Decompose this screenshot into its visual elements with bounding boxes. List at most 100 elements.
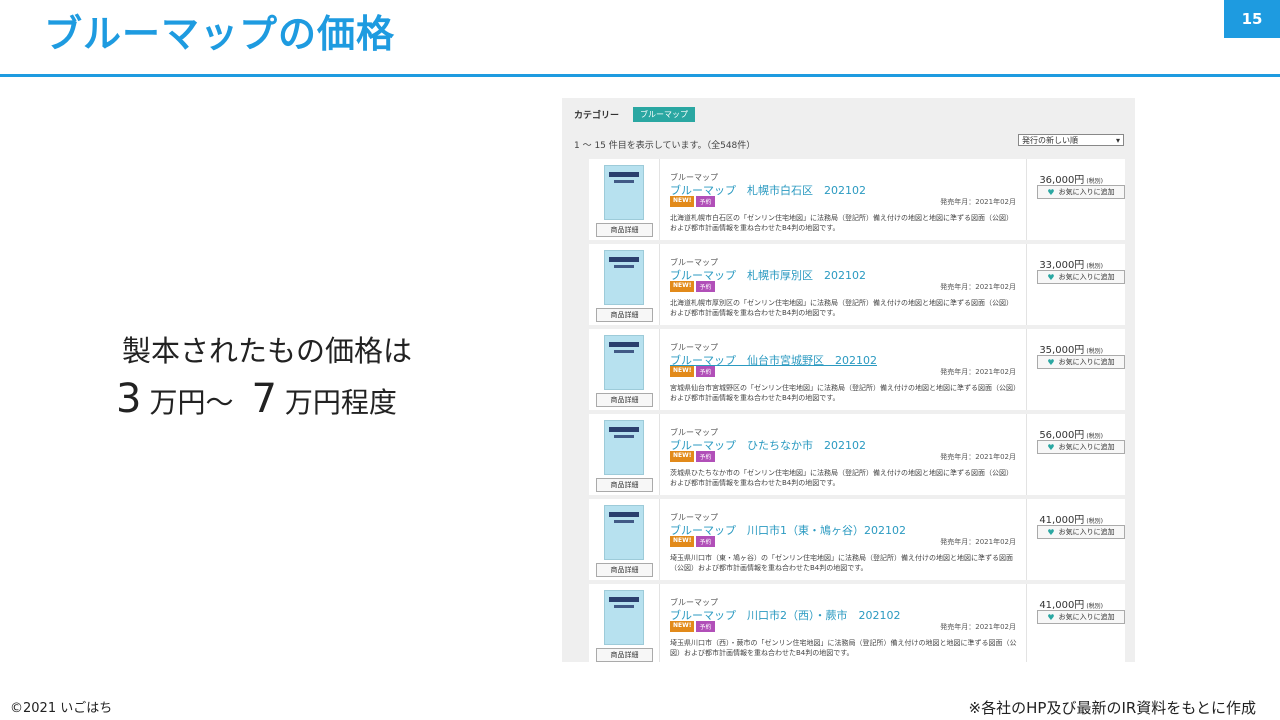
list-item: 商品詳細 ブルーマップ ブルーマップ 札幌市白石区 202102 NEW! 予約 発売年月… — [589, 159, 1125, 240]
release-date: 発売年月：2021年02月 — [940, 283, 1016, 291]
thumbnail-subtitle-mark — [614, 435, 634, 438]
heart-icon: ♥ — [1047, 357, 1055, 367]
badge-group: NEW! 予約 — [670, 621, 715, 632]
thumbnail-subtitle-mark — [614, 180, 634, 183]
product-description: 茨城県ひたちなか市の「ゼンリン住宅地図」に法務局（登記所）備え付けの地図と地図に… — [670, 469, 1013, 487]
tax-note: (税別) — [1086, 348, 1103, 355]
price-column: 33,000円 (税別) ♥ お気に入りに追加 — [1027, 244, 1125, 325]
add-favorite-label: お気に入りに追加 — [1058, 613, 1115, 621]
add-favorite-button[interactable]: ♥ お気に入りに追加 — [1037, 185, 1125, 199]
product-price: 35,000円 (税別) — [1039, 341, 1103, 356]
add-favorite-button[interactable]: ♥ お気に入りに追加 — [1037, 610, 1125, 624]
info-column: ブルーマップ ブルーマップ 川口市1（東・鳩ヶ谷）202102 NEW! 予約 発売年月… — [660, 499, 1027, 580]
price-column: 41,000円 (税別) ♥ お気に入りに追加 — [1027, 499, 1125, 580]
new-badge: NEW! — [670, 536, 695, 547]
detail-button[interactable]: 商品詳細 — [596, 478, 653, 492]
product-thumbnail[interactable] — [604, 420, 644, 475]
product-list-screenshot: カテゴリー ブルーマップ 1 ～ 15 件目を表示しています。（全548件） 発… — [562, 98, 1135, 662]
release-date: 発売年月：2021年02月 — [940, 453, 1016, 461]
thumbnail-column: 商品詳細 — [589, 244, 660, 325]
product-thumbnail[interactable] — [604, 505, 644, 560]
detail-button[interactable]: 商品詳細 — [596, 393, 653, 407]
add-favorite-label: お気に入りに追加 — [1058, 273, 1115, 281]
add-favorite-button[interactable]: ♥ お気に入りに追加 — [1037, 270, 1125, 284]
detail-button[interactable]: 商品詳細 — [596, 308, 653, 322]
copyright: ©2021 いごはち — [10, 701, 113, 716]
new-badge: NEW! — [670, 621, 695, 632]
price-column: 56,000円 (税別) ♥ お気に入りに追加 — [1027, 414, 1125, 495]
price-min-unit: 万円～ — [149, 386, 234, 419]
product-price: 33,000円 (税別) — [1039, 256, 1103, 271]
source-note: ※各社のHP及び最新のIR資料をもとに作成 — [968, 699, 1256, 717]
bluemap-logo — [609, 427, 639, 432]
product-description: 北海道札幌市厚別区の「ゼンリン住宅地図」に法務局（登記所）備え付けの地図と地図に… — [670, 299, 1013, 317]
category-row: カテゴリー ブルーマップ — [574, 107, 696, 122]
preorder-badge: 予約 — [696, 536, 715, 547]
badge-group: NEW! 予約 — [670, 451, 715, 462]
release-date: 発売年月：2021年02月 — [940, 538, 1016, 546]
product-description: 埼玉県川口市（西）・蕨市の「ゼンリン住宅地図」に法務局（登記所）備え付けの地図と… — [670, 639, 1017, 657]
result-count: 1 ～ 15 件目を表示しています。（全548件） — [574, 141, 756, 151]
thumbnail-subtitle-mark — [614, 350, 634, 353]
info-column: ブルーマップ ブルーマップ 札幌市厚別区 202102 NEW! 予約 発売年月：202… — [660, 244, 1027, 325]
release-date: 発売年月：2021年02月 — [940, 368, 1016, 376]
category-tag[interactable]: ブルーマップ — [633, 107, 696, 122]
thumbnail-column: 商品詳細 — [589, 414, 660, 495]
price-column: 36,000円 (税別) ♥ お気に入りに追加 — [1027, 159, 1125, 240]
list-item: 商品詳細 ブルーマップ ブルーマップ 札幌市厚別区 202102 NEW! 予約 発売年月… — [589, 244, 1125, 325]
product-price: 56,000円 (税別) — [1039, 426, 1103, 441]
preorder-badge: 予約 — [696, 281, 715, 292]
tax-note: (税別) — [1086, 518, 1103, 525]
product-thumbnail[interactable] — [604, 335, 644, 390]
new-badge: NEW! — [670, 281, 695, 292]
product-thumbnail[interactable] — [604, 590, 644, 645]
heart-icon: ♥ — [1047, 272, 1055, 282]
add-favorite-button[interactable]: ♥ お気に入りに追加 — [1037, 440, 1125, 454]
page-number: 15 — [1224, 0, 1280, 38]
title-underline — [0, 74, 1280, 77]
product-thumbnail[interactable] — [604, 165, 644, 220]
add-favorite-label: お気に入りに追加 — [1058, 528, 1115, 536]
badge-group: NEW! 予約 — [670, 281, 715, 292]
thumbnail-column: 商品詳細 — [589, 159, 660, 240]
price-column: 41,000円 (税別) ♥ お気に入りに追加 — [1027, 584, 1125, 662]
detail-button[interactable]: 商品詳細 — [596, 223, 653, 237]
badge-group: NEW! 予約 — [670, 196, 715, 207]
tax-note: (税別) — [1086, 178, 1103, 185]
list-item: 商品詳細 ブルーマップ ブルーマップ 川口市1（東・鳩ヶ谷）202102 NEW! 予約… — [589, 499, 1125, 580]
info-column: ブルーマップ ブルーマップ 川口市2（西）・蕨市 202102 NEW! 予約 発売年月… — [660, 584, 1027, 662]
price-max-number: 7 — [251, 376, 277, 422]
preorder-badge: 予約 — [696, 451, 715, 462]
tax-note: (税別) — [1086, 603, 1103, 610]
body-text-line1: 製本されたもの価格は — [122, 334, 413, 368]
product-description: 北海道札幌市白石区の「ゼンリン住宅地図」に法務局（登記所）備え付けの地図と地図に… — [670, 214, 1013, 232]
chevron-down-icon: ▾ — [1115, 135, 1120, 145]
list-item: 商品詳細 ブルーマップ ブルーマップ 川口市2（西）・蕨市 202102 NEW! 予約… — [589, 584, 1125, 662]
sort-select[interactable]: 発行の新しい順 ▾ — [1018, 134, 1124, 146]
product-description: 宮城県仙台市宮城野区の「ゼンリン住宅地図」に法務局（登記所）備え付けの地図と地図… — [670, 384, 1017, 402]
add-favorite-button[interactable]: ♥ お気に入りに追加 — [1037, 355, 1125, 369]
price-min-number: 3 — [116, 376, 142, 422]
list-item: 商品詳細 ブルーマップ ブルーマップ ひたちなか市 202102 NEW! 予約 発売年月… — [589, 414, 1125, 495]
add-favorite-button[interactable]: ♥ お気に入りに追加 — [1037, 525, 1125, 539]
tax-note: (税別) — [1086, 263, 1103, 270]
info-column: ブルーマップ ブルーマップ ひたちなか市 202102 NEW! 予約 発売年月：202… — [660, 414, 1027, 495]
product-price: 36,000円 (税別) — [1039, 171, 1103, 186]
info-column: ブルーマップ ブルーマップ 札幌市白石区 202102 NEW! 予約 発売年月：202… — [660, 159, 1027, 240]
product-thumbnail[interactable] — [604, 250, 644, 305]
preorder-badge: 予約 — [696, 621, 715, 632]
thumbnail-subtitle-mark — [614, 265, 634, 268]
slide-title: ブルーマップの価格 — [44, 12, 396, 56]
heart-icon: ♥ — [1047, 612, 1055, 622]
detail-button[interactable]: 商品詳細 — [596, 648, 653, 662]
thumbnail-column: 商品詳細 — [589, 329, 660, 410]
release-date: 発売年月：2021年02月 — [940, 623, 1016, 631]
heart-icon: ♥ — [1047, 187, 1055, 197]
thumbnail-subtitle-mark — [614, 605, 634, 608]
new-badge: NEW! — [670, 196, 695, 207]
bluemap-logo — [609, 512, 639, 517]
release-date: 発売年月：2021年02月 — [940, 198, 1016, 206]
detail-button[interactable]: 商品詳細 — [596, 563, 653, 577]
badge-group: NEW! 予約 — [670, 536, 715, 547]
bluemap-logo — [609, 597, 639, 602]
